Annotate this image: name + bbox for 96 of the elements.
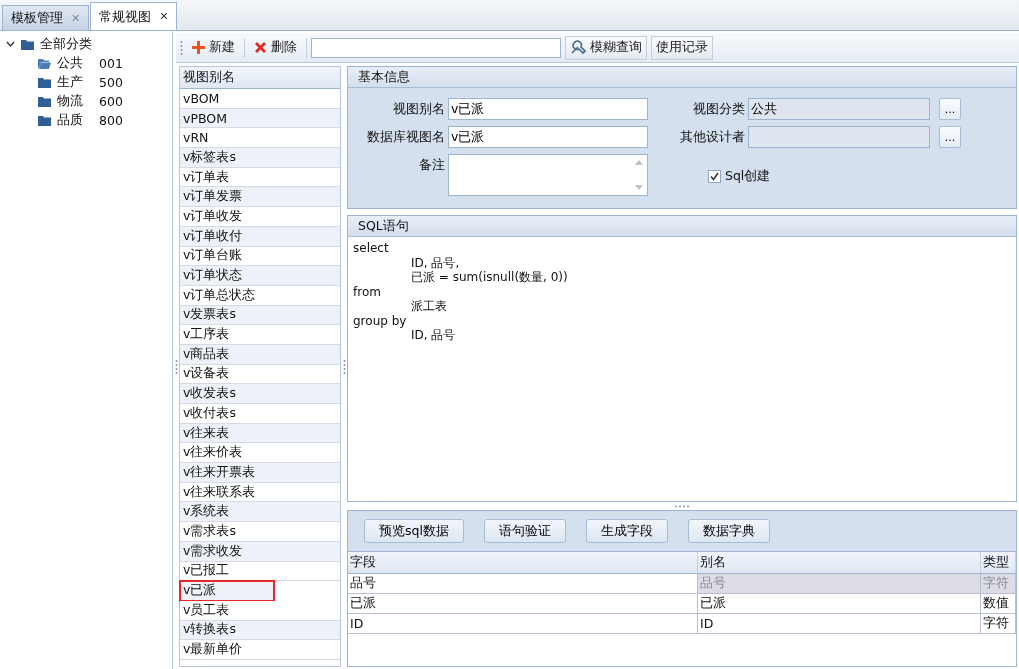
- browse-button[interactable]: ...: [939, 126, 961, 148]
- list-item[interactable]: v需求收发: [180, 541, 340, 562]
- fuzzy-search-button[interactable]: 模糊查询: [565, 35, 647, 60]
- designer-field[interactable]: [748, 126, 930, 148]
- category-code: 001: [99, 56, 123, 71]
- code-line: 派工表: [410, 299, 448, 314]
- sql-editor[interactable]: select ID, 品号, 已派 = sum(isnull(数量, 0)) from 派工表 group by ID, 品号: [348, 237, 1016, 501]
- splitter-grip-icon[interactable]: [174, 359, 178, 374]
- table-cell: 数值: [981, 594, 1016, 614]
- list-item[interactable]: v订单发票: [180, 187, 340, 208]
- list-item[interactable]: v设备表: [180, 364, 340, 385]
- list-item[interactable]: v订单收付: [180, 226, 340, 247]
- category-code: 500: [99, 75, 123, 90]
- search-field[interactable]: [311, 37, 561, 58]
- code-line: group by: [353, 313, 408, 328]
- table-cell: 品号: [698, 574, 981, 594]
- table-cell: 已派: [348, 594, 698, 614]
- list-item[interactable]: v往来开票表: [180, 463, 340, 483]
- remark-field[interactable]: [448, 154, 648, 196]
- cross-icon: [254, 41, 267, 54]
- group-title: SQL语句: [348, 216, 1016, 237]
- table-cell: 已派: [698, 594, 981, 614]
- column-header: 字段: [348, 552, 698, 574]
- code-line: 已派 = sum(isnull(数量, 0)): [410, 270, 569, 285]
- table-cell: 品号: [348, 574, 698, 594]
- category-code: 600: [99, 94, 123, 109]
- tab-label[interactable]: 模板管理: [11, 9, 63, 27]
- checkbox[interactable]: [708, 170, 721, 183]
- list-item[interactable]: v员工表: [180, 600, 340, 621]
- code-line: from: [353, 284, 382, 299]
- category-code: 800: [99, 113, 123, 128]
- alias-field[interactable]: v已派: [448, 98, 648, 120]
- code-line: ID, 品号,: [410, 255, 461, 270]
- column-header: 别名: [698, 552, 981, 574]
- group-title: 基本信息: [348, 67, 1016, 88]
- tab-label[interactable]: 常规视图: [99, 7, 152, 26]
- list-item[interactable]: vPBOM: [180, 108, 340, 129]
- field-label: 视图分类: [692, 100, 746, 118]
- chevron-icon[interactable]: [6, 41, 15, 48]
- table-cell: 字符: [981, 614, 1016, 634]
- list-item[interactable]: v订单台账: [180, 246, 340, 267]
- tree-item-label[interactable]: 品质: [57, 112, 83, 129]
- delete-button[interactable]: 删除: [249, 35, 302, 60]
- history-button[interactable]: 使用记录: [651, 35, 713, 60]
- code-line: select: [353, 241, 390, 256]
- list-item[interactable]: v往来表: [180, 423, 340, 444]
- field-label: 其他设计者: [679, 128, 746, 146]
- list-item[interactable]: v收发表s: [180, 384, 340, 404]
- column-header: 视图别名: [180, 67, 340, 89]
- list-item[interactable]: v系统表: [180, 502, 340, 523]
- list-item[interactable]: v收付表s: [180, 404, 340, 424]
- list-item[interactable]: v商品表: [180, 344, 340, 365]
- list-item[interactable]: v订单总状态: [180, 285, 340, 306]
- list-item[interactable]: v订单收发: [180, 207, 340, 227]
- action-button[interactable]: 生成字段: [585, 519, 668, 543]
- table-cell: 字符: [981, 574, 1016, 594]
- list-item[interactable]: v已报工: [180, 561, 340, 582]
- field-label: 备注: [418, 156, 446, 174]
- tree-item-label[interactable]: 公共: [57, 55, 83, 72]
- field-label: 数据库视图名: [366, 128, 446, 146]
- column-header: 类型: [981, 552, 1016, 574]
- plus-icon: [192, 41, 205, 54]
- category-field[interactable]: 公共: [748, 98, 930, 120]
- splitter-grip-icon[interactable]: [342, 359, 346, 374]
- tree-item-label[interactable]: 生产: [57, 74, 83, 91]
- list-item[interactable]: v已派: [180, 581, 274, 601]
- list-item[interactable]: v工序表: [180, 325, 340, 345]
- browse-button[interactable]: ...: [939, 98, 961, 120]
- code-line: ID, 品号: [410, 328, 457, 343]
- list-item[interactable]: v往来联系表: [180, 482, 340, 503]
- tree-item-label[interactable]: 全部分类: [40, 36, 92, 53]
- field-label: 视图别名: [392, 100, 446, 118]
- tree-item-label[interactable]: 物流: [57, 93, 83, 110]
- tools-icon: [570, 40, 586, 55]
- list-item[interactable]: v发票表s: [180, 305, 340, 326]
- tab[interactable]: 模板管理 ✕: [2, 5, 90, 30]
- splitter-grip-icon[interactable]: [675, 504, 689, 508]
- close-icon[interactable]: ✕: [159, 10, 169, 23]
- db-name-field[interactable]: v已派: [448, 126, 648, 148]
- list-item[interactable]: v往来价表: [180, 443, 340, 464]
- folder-icon: [21, 39, 34, 50]
- list-item[interactable]: v最新单价: [180, 640, 340, 660]
- table-cell: ID: [698, 614, 981, 634]
- list-item[interactable]: v订单状态: [180, 266, 340, 286]
- action-button[interactable]: 数据字典: [687, 519, 770, 543]
- action-button[interactable]: 预览sql数据: [364, 519, 464, 543]
- list-item[interactable]: v需求表s: [180, 522, 340, 542]
- list-item[interactable]: v转换表s: [180, 620, 340, 641]
- new-button[interactable]: 新建: [187, 35, 240, 60]
- tab[interactable]: 常规视图 ✕: [90, 2, 178, 30]
- list-item[interactable]: v标签表s: [180, 148, 340, 168]
- checkbox-label[interactable]: Sql创建: [725, 168, 771, 185]
- list-item[interactable]: v订单表: [180, 167, 340, 188]
- table-cell: ID: [348, 614, 698, 634]
- action-button[interactable]: 语句验证: [483, 519, 566, 543]
- splitter-grip-icon[interactable]: [180, 40, 183, 55]
